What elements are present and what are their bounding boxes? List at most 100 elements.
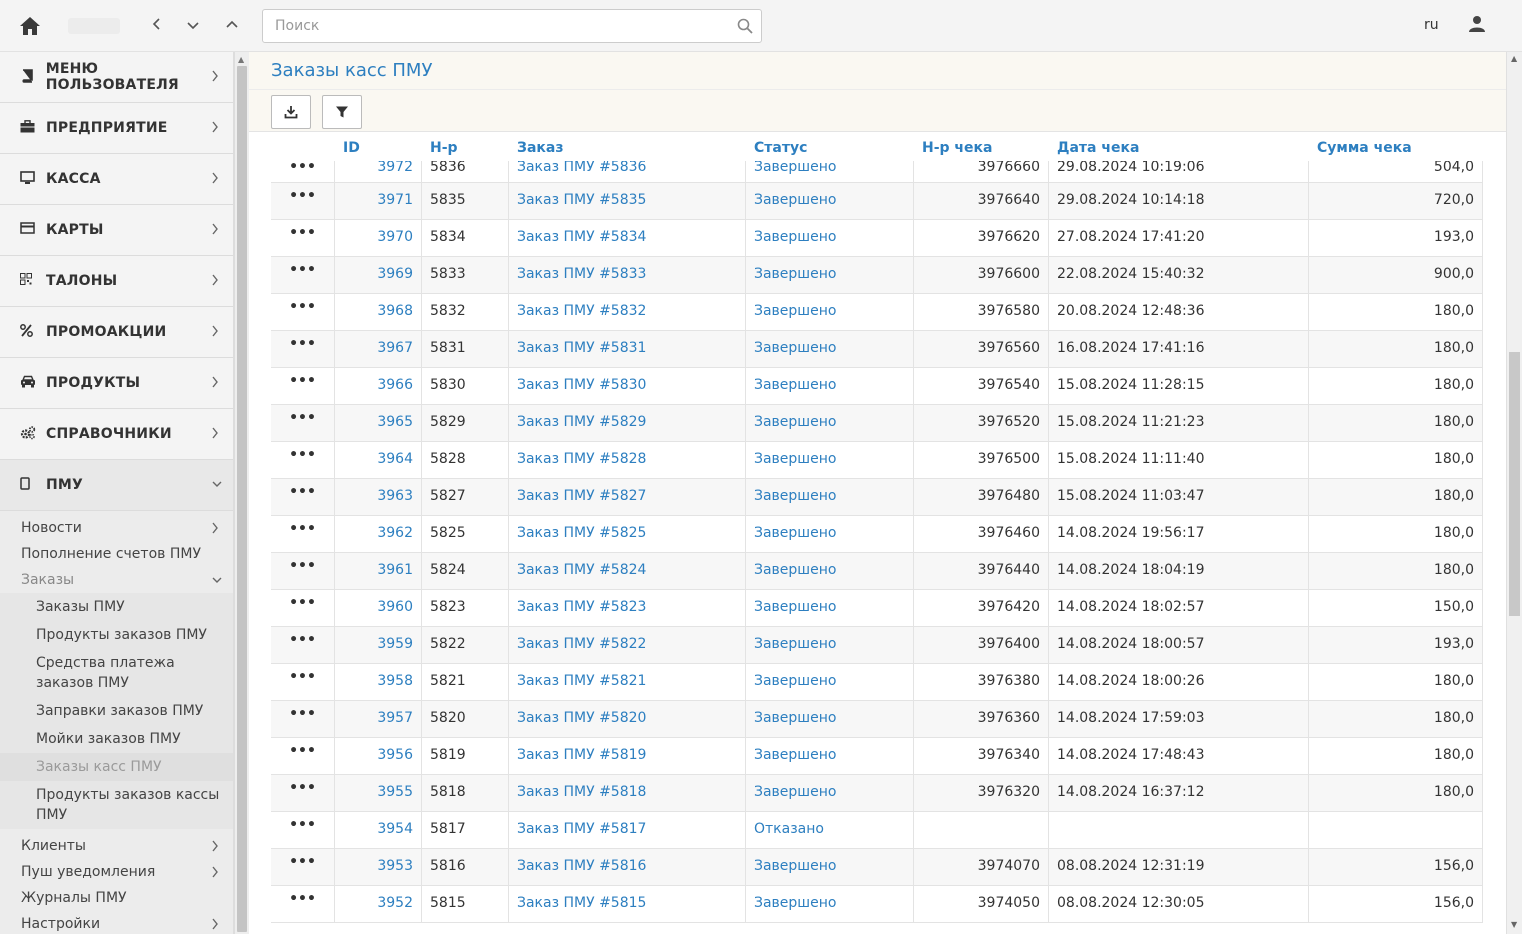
sidebar-sub2-pmu-orders[interactable]: Заказы ПМУ — [0, 593, 233, 621]
user-icon[interactable] — [1468, 15, 1486, 33]
cell-status[interactable]: Завершено — [746, 849, 914, 886]
cell-id[interactable]: 3969 — [335, 257, 422, 294]
cell-status[interactable]: Завершено — [746, 664, 914, 701]
scroll-up-arrow-icon[interactable]: ▲ — [1511, 54, 1517, 63]
cell-status[interactable]: Завершено — [746, 257, 914, 294]
sidebar-item-directories[interactable]: СПРАВОЧНИКИ — [0, 409, 233, 460]
cell-order-link[interactable]: Заказ ПМУ #5815 — [509, 886, 746, 923]
sidebar-item-cards[interactable]: КАРТЫ — [0, 205, 233, 256]
table-row[interactable]: ••• 3966 5830 Заказ ПМУ #5830 Завершено 39765… — [271, 368, 1483, 405]
scroll-down-arrow-icon[interactable]: ▼ — [1511, 920, 1517, 929]
table-row[interactable]: ••• 3969 5833 Заказ ПМУ #5833 Завершено 39766… — [271, 257, 1483, 294]
row-action-menu[interactable]: ••• — [271, 183, 335, 220]
table-row[interactable]: ••• 3954 5817 Заказ ПМУ #5817 Отказано — [271, 812, 1483, 849]
cell-order-link[interactable]: Заказ ПМУ #5835 — [509, 183, 746, 220]
sidebar-sub2-payment-means[interactable]: Средства платежа заказов ПМУ — [0, 649, 233, 697]
sidebar-sub2-kassa-orders[interactable]: Заказы касс ПМУ — [0, 753, 233, 781]
table-row[interactable]: ••• 3968 5832 Заказ ПМУ #5832 Завершено 39765… — [271, 294, 1483, 331]
row-action-menu[interactable]: ••• — [271, 849, 335, 886]
cell-order-link[interactable]: Заказ ПМУ #5817 — [509, 812, 746, 849]
cell-order-link[interactable]: Заказ ПМУ #5825 — [509, 516, 746, 553]
cell-order-link[interactable]: Заказ ПМУ #5828 — [509, 442, 746, 479]
home-icon[interactable] — [18, 14, 42, 38]
filter-button[interactable] — [322, 95, 362, 129]
row-action-menu[interactable]: ••• — [271, 553, 335, 590]
sidebar-sub-settings[interactable]: Настройки — [0, 911, 233, 934]
cell-id[interactable]: 3952 — [335, 886, 422, 923]
column-header-order[interactable]: Заказ — [517, 140, 563, 156]
row-action-menu[interactable]: ••• — [271, 627, 335, 664]
table-row[interactable]: ••• 3958 5821 Заказ ПМУ #5821 Завершено 39763… — [271, 664, 1483, 701]
sidebar-sub2-refuels[interactable]: Заправки заказов ПМУ — [0, 697, 233, 725]
search-icon[interactable] — [737, 18, 753, 34]
cell-id[interactable]: 3968 — [335, 294, 422, 331]
cell-order-link[interactable]: Заказ ПМУ #5816 — [509, 849, 746, 886]
table-row[interactable]: ••• 3962 5825 Заказ ПМУ #5825 Завершено 39764… — [271, 516, 1483, 553]
cell-order-link[interactable]: Заказ ПМУ #5820 — [509, 701, 746, 738]
cell-id[interactable]: 3961 — [335, 553, 422, 590]
row-action-menu[interactable]: ••• — [271, 590, 335, 627]
row-action-menu[interactable]: ••• — [271, 257, 335, 294]
cell-status[interactable]: Завершено — [746, 516, 914, 553]
cell-status[interactable]: Завершено — [746, 701, 914, 738]
cell-id[interactable]: 3964 — [335, 442, 422, 479]
column-header-check-date[interactable]: Дата чека — [1057, 140, 1139, 156]
row-action-menu[interactable]: ••• — [271, 886, 335, 923]
cell-status[interactable]: Завершено — [746, 553, 914, 590]
table-row[interactable]: ••• 3953 5816 Заказ ПМУ #5816 Завершено 39740… — [271, 849, 1483, 886]
sidebar-sub-push[interactable]: Пуш уведомления — [0, 859, 233, 885]
row-action-menu[interactable]: ••• — [271, 479, 335, 516]
chevron-up-icon[interactable] — [222, 16, 242, 36]
cell-id[interactable]: 3967 — [335, 331, 422, 368]
table-row[interactable]: ••• 3961 5824 Заказ ПМУ #5824 Завершено 39764… — [271, 553, 1483, 590]
row-action-menu[interactable]: ••• — [271, 220, 335, 257]
cell-id[interactable]: 3958 — [335, 664, 422, 701]
cell-status[interactable]: Завершено — [746, 886, 914, 923]
cell-order-link[interactable]: Заказ ПМУ #5827 — [509, 479, 746, 516]
table-row[interactable]: ••• 3960 5823 Заказ ПМУ #5823 Завершено 39764… — [271, 590, 1483, 627]
cell-status[interactable]: Завершено — [746, 627, 914, 664]
row-action-menu[interactable]: ••• — [271, 331, 335, 368]
cell-status[interactable]: Завершено — [746, 405, 914, 442]
table-row[interactable]: ••• 3972 5836 Заказ ПМУ #5836 Завершено 39766… — [271, 161, 1483, 183]
row-action-menu[interactable]: ••• — [271, 738, 335, 775]
cell-order-link[interactable]: Заказ ПМУ #5823 — [509, 590, 746, 627]
sidebar-sub-clients[interactable]: Клиенты — [0, 833, 233, 859]
table-row[interactable]: ••• 3967 5831 Заказ ПМУ #5831 Завершено 39765… — [271, 331, 1483, 368]
cell-id[interactable]: 3957 — [335, 701, 422, 738]
cell-status[interactable]: Завершено — [746, 775, 914, 812]
column-header-check-sum[interactable]: Сумма чека — [1317, 140, 1412, 156]
row-action-menu[interactable]: ••• — [271, 516, 335, 553]
row-action-menu[interactable]: ••• — [271, 812, 335, 849]
sidebar-sub2-washes[interactable]: Мойки заказов ПМУ — [0, 725, 233, 753]
table-row[interactable]: ••• 3955 5818 Заказ ПМУ #5818 Завершено 39763… — [271, 775, 1483, 812]
sidebar-sub-news[interactable]: Новости — [0, 515, 233, 541]
cell-order-link[interactable]: Заказ ПМУ #5834 — [509, 220, 746, 257]
cell-id[interactable]: 3966 — [335, 368, 422, 405]
cell-order-link[interactable]: Заказ ПМУ #5819 — [509, 738, 746, 775]
export-button[interactable] — [271, 95, 311, 129]
column-header-check-num[interactable]: Н-р чека — [922, 140, 992, 156]
cell-order-link[interactable]: Заказ ПМУ #5821 — [509, 664, 746, 701]
cell-order-link[interactable]: Заказ ПМУ #5829 — [509, 405, 746, 442]
search-input[interactable] — [263, 10, 723, 42]
cell-id[interactable]: 3971 — [335, 183, 422, 220]
main-scrollbar[interactable]: ▲ ▼ — [1506, 52, 1522, 934]
cell-status[interactable]: Завершено — [746, 368, 914, 405]
table-row[interactable]: ••• 3952 5815 Заказ ПМУ #5815 Завершено 39740… — [271, 886, 1483, 923]
cell-id[interactable]: 3954 — [335, 812, 422, 849]
sidebar-item-pmu[interactable]: ПМУ — [0, 460, 233, 511]
sidebar-scrollbar[interactable]: ▲ — [234, 52, 249, 934]
cell-status[interactable]: Завершено — [746, 331, 914, 368]
table-row[interactable]: ••• 3971 5835 Заказ ПМУ #5835 Завершено 39766… — [271, 183, 1483, 220]
cell-status[interactable]: Завершено — [746, 479, 914, 516]
table-row[interactable]: ••• 3959 5822 Заказ ПМУ #5822 Завершено 39764… — [271, 627, 1483, 664]
row-action-menu[interactable]: ••• — [271, 442, 335, 479]
cell-id[interactable]: 3970 — [335, 220, 422, 257]
sidebar-item-promo[interactable]: ПРОМОАКЦИИ — [0, 307, 233, 358]
scroll-up-arrow-icon[interactable]: ▲ — [238, 55, 244, 64]
cell-status[interactable]: Завершено — [746, 738, 914, 775]
table-row[interactable]: ••• 3965 5829 Заказ ПМУ #5829 Завершено 39765… — [271, 405, 1483, 442]
sidebar-sub-journals[interactable]: Журналы ПМУ — [0, 885, 233, 911]
column-header-num[interactable]: Н-р — [430, 140, 458, 156]
